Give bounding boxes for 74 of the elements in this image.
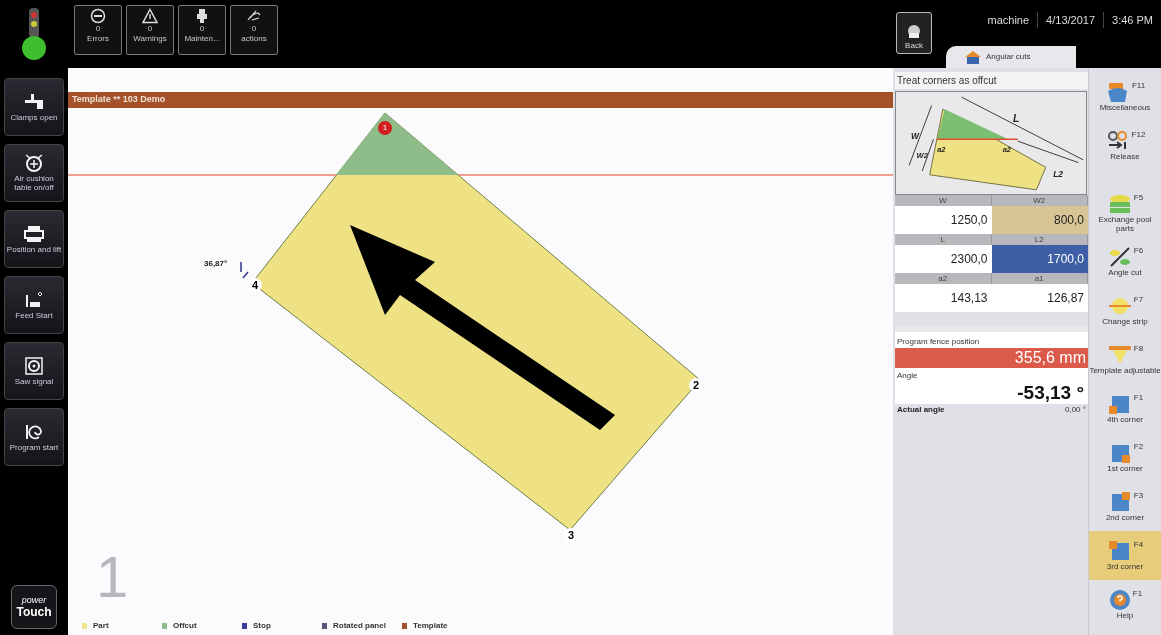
fan-icon (23, 154, 45, 172)
help-icon (1107, 589, 1132, 611)
corner-label: 2 (689, 378, 703, 392)
fence-value: 355,6 mm (895, 348, 1088, 368)
sidebar-button[interactable]: Program start (4, 408, 64, 466)
value-field[interactable]: 1700,0 (991, 245, 1088, 273)
traffic-light-icon (21, 6, 47, 62)
value-field[interactable]: 143,13 (895, 284, 992, 312)
field-label: W (895, 195, 992, 206)
spiral-icon (23, 422, 45, 441)
corner-label: 3 (564, 528, 578, 542)
machine-part-icon (194, 8, 210, 24)
house-icon (964, 50, 982, 64)
value-field[interactable]: 2300,0 (895, 245, 992, 273)
side-button[interactable]: F8 Template adjustable (1089, 335, 1161, 384)
toolbar-button[interactable]: 0 Errors (74, 5, 122, 55)
printer-icon (23, 224, 45, 243)
field-label: L2 (991, 234, 1088, 245)
sidebar-button[interactable]: Position and lift (4, 210, 64, 268)
date-text: 4/13/2017 (1037, 11, 1104, 29)
angle-value: -53,13 ° (1016, 382, 1085, 404)
home-icon (906, 25, 922, 39)
side-button[interactable]: F5 Exchange pool parts (1089, 188, 1161, 237)
tab[interactable]: Angular cuts (946, 46, 1076, 68)
time-text: 3:46 PM (1103, 11, 1161, 29)
sidebar-button[interactable]: Clamps open (4, 78, 64, 136)
panel-title: Treat corners as offcut (895, 72, 1088, 89)
template-icon (1106, 344, 1133, 366)
value-field[interactable]: 1250,0 (895, 206, 992, 234)
corner-diagram-drawing: L L2 W W2 a2 a2 (895, 91, 1087, 195)
legend-label: Rotated panel (333, 620, 386, 632)
value-field[interactable]: 800,0 (991, 206, 1088, 234)
legend-label: Template (413, 620, 448, 632)
user-name: machine (986, 12, 1031, 28)
field-label: L (895, 234, 992, 245)
legend-label: Stop (253, 620, 271, 632)
side-button[interactable]: F12 Release (1089, 121, 1161, 170)
side-button[interactable]: F11 Miscellaneous (1089, 72, 1161, 121)
side-button[interactable]: F3 2nd corner (1089, 482, 1161, 531)
actual-angle-value: 0,00 ° (1065, 404, 1086, 416)
step-number: 1 (96, 548, 129, 606)
side-button[interactable]: F1 Help (1089, 580, 1161, 629)
side-button[interactable]: F7 Change strip (1089, 286, 1161, 335)
clamp-icon (23, 92, 45, 111)
toolbar-button[interactable]: 0 Warnings (126, 5, 174, 55)
template-label: Template ** 103 Demo (72, 93, 166, 107)
corner-label: 4 (248, 278, 262, 292)
value-field[interactable]: 126,87 (991, 284, 1088, 312)
sidebar-button[interactable]: Feed Start (4, 276, 64, 334)
angle-title: Angle (896, 370, 919, 382)
angle-label: 36,87° (204, 258, 228, 270)
toolbar-button[interactable]: 0 actions (230, 5, 278, 55)
field-label: a2 (895, 273, 992, 284)
logo-button[interactable]: power Touch (11, 585, 57, 629)
fence-label: Program fence position (896, 336, 981, 348)
side-button[interactable]: F4 3rd corner (1089, 531, 1161, 580)
saw-blade-icon (23, 356, 45, 375)
feed-icon (23, 290, 45, 309)
back-button[interactable]: Back (896, 12, 932, 54)
side-button[interactable]: F2 1st corner (1089, 433, 1161, 482)
legend-label: Offcut (173, 620, 197, 632)
strip-icon (1106, 295, 1133, 317)
circle-minus-icon (90, 8, 106, 24)
actual-angle-label: Actual angle (897, 404, 945, 416)
field-label: W2 (991, 195, 1088, 206)
side-button[interactable]: F1 4th corner (1089, 384, 1161, 433)
hand-icon (246, 8, 262, 24)
sidebar-button[interactable]: Saw signal (4, 342, 64, 400)
sidebar-button[interactable]: Air cushion table on/off (4, 144, 64, 202)
warning-icon (142, 8, 158, 24)
legend-label: Part (93, 620, 109, 632)
field-label: a1 (991, 273, 1088, 284)
toolbar-button[interactable]: 0 Mainten... (178, 5, 226, 55)
side-button[interactable]: F6 Angle cut (1089, 237, 1161, 286)
